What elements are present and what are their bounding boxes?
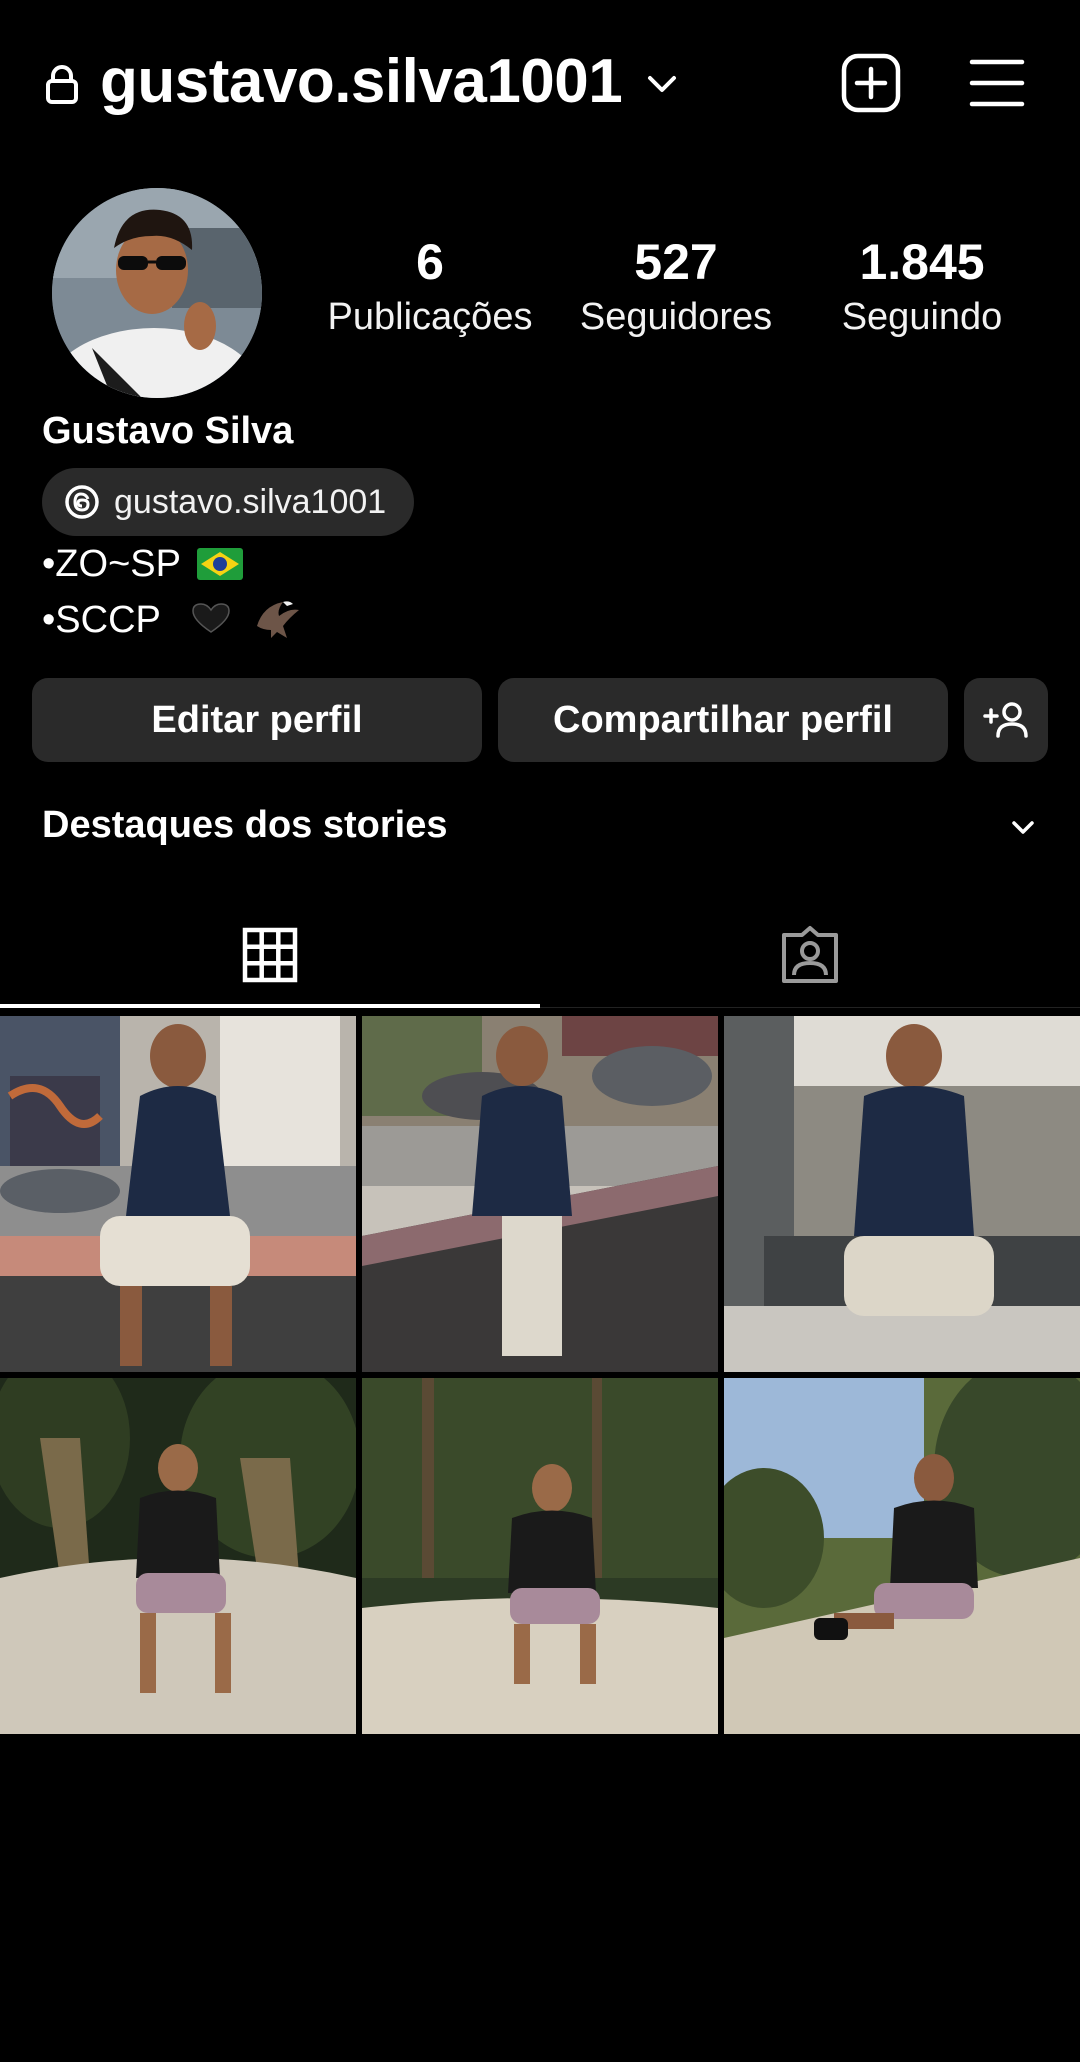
eagle-icon: [257, 601, 300, 638]
followers-count: 527: [634, 234, 718, 290]
bio-line-1: •ZO~SP: [42, 538, 243, 590]
post-thumbnail[interactable]: [724, 1378, 1080, 1734]
tab-tagged[interactable]: [540, 900, 1080, 1010]
following-label: Seguindo: [841, 296, 1003, 338]
full-name: Gustavo Silva: [42, 410, 294, 452]
posts-label: Publicações: [327, 296, 533, 338]
person-add-icon: [983, 702, 1028, 738]
post-thumbnail[interactable]: [724, 1016, 1080, 1372]
followers-stat[interactable]: 527 Seguidores: [566, 232, 786, 342]
share-profile-button[interactable]: Compartilhar perfil: [498, 678, 948, 762]
posts-stat: 6 Publicações: [320, 232, 540, 342]
post-thumbnail[interactable]: [0, 1016, 356, 1372]
tab-posts-grid[interactable]: [0, 900, 540, 1010]
edit-profile-button[interactable]: Editar perfil: [32, 678, 482, 762]
chevron-down-icon[interactable]: [1004, 808, 1042, 846]
black-heart-icon: [192, 603, 230, 633]
active-tab-indicator: [0, 1004, 540, 1008]
bio-text-2: •SCCP: [42, 599, 161, 641]
brazil-flag-icon: [196, 548, 243, 580]
followers-label: Seguidores: [579, 296, 773, 338]
tagged-person-icon: [782, 926, 838, 983]
discover-people-button[interactable]: [964, 678, 1048, 762]
post-thumbnail[interactable]: [0, 1378, 356, 1734]
post-thumbnail[interactable]: [362, 1016, 718, 1372]
post-thumbnail[interactable]: [362, 1378, 718, 1734]
lock-icon: [46, 65, 78, 104]
avatar[interactable]: [52, 188, 262, 398]
following-stat[interactable]: 1.845 Seguindo: [812, 232, 1032, 342]
threads-handle: gustavo.silva1001: [114, 482, 387, 521]
posts-count: 6: [416, 234, 444, 290]
account-username[interactable]: gustavo.silva1001: [100, 42, 623, 122]
bio-text-1: •ZO~SP: [42, 543, 181, 585]
chevron-down-icon[interactable]: [644, 66, 680, 102]
grid-icon: [242, 927, 298, 983]
create-post-icon[interactable]: [840, 52, 902, 114]
threads-badge[interactable]: gustavo.silva1001: [42, 468, 415, 536]
bio-line-2: •SCCP: [42, 594, 301, 646]
following-count: 1.845: [859, 234, 985, 290]
hamburger-menu-icon[interactable]: [966, 52, 1028, 114]
threads-icon: [65, 485, 99, 519]
story-highlights-title: Destaques dos stories: [42, 804, 448, 846]
